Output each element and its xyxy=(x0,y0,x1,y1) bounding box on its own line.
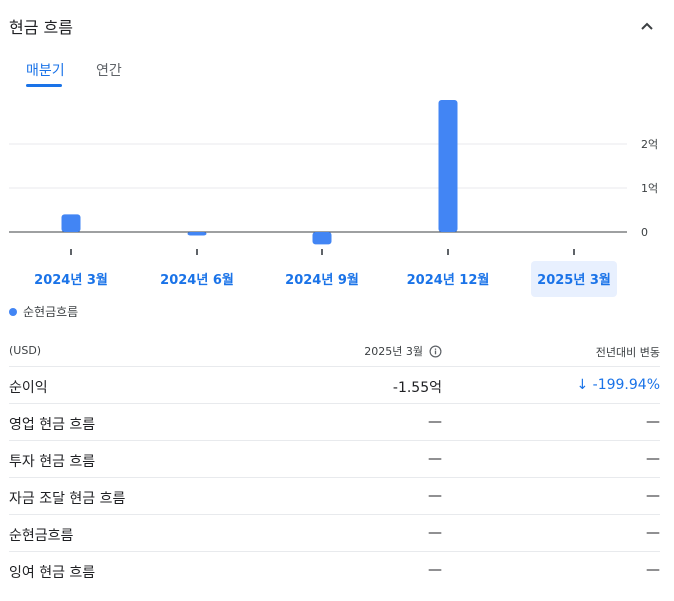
collapse-button[interactable] xyxy=(637,16,657,36)
row-label: 영업 현금 흐름 xyxy=(9,417,96,433)
table-row: 순이익 -1.55억 ↓ -199.94% xyxy=(9,367,660,404)
cash-flow-chart: 0 1억 2억 2024년 3월 2024년 6월 2024년 9월 2024년 12월 20… xyxy=(9,100,658,297)
y-tick-label: 2억 xyxy=(641,138,658,151)
row-change: — xyxy=(646,525,660,541)
legend-label: 순현금흐름 xyxy=(23,305,79,319)
row-label: 투자 현금 흐름 xyxy=(9,454,96,470)
row-change: — xyxy=(646,414,660,430)
bar[interactable] xyxy=(61,214,81,232)
chevron-up-icon xyxy=(641,22,653,30)
bar[interactable] xyxy=(438,100,458,232)
row-change: — xyxy=(646,451,660,467)
tab-annual[interactable]: 연간 xyxy=(96,60,122,80)
row-label: 순이익 xyxy=(9,380,48,396)
period-header: 2025년 3월 xyxy=(364,343,442,359)
table-row: 영업 현금 흐름 — — xyxy=(9,404,660,441)
row-value: -1.55억 xyxy=(392,380,442,396)
row-value: — xyxy=(428,414,442,430)
row-value: — xyxy=(428,488,442,504)
legend-swatch xyxy=(9,307,17,316)
section-header: 현금 흐름 xyxy=(9,14,661,38)
row-label: 순현금흐름 xyxy=(9,528,74,544)
row-label: 잉여 현금 흐름 xyxy=(9,565,96,581)
chart-legend: 순현금흐름 xyxy=(9,303,78,320)
row-change: — xyxy=(646,562,660,578)
info-icon[interactable] xyxy=(429,345,442,358)
x-tick-label[interactable]: 2024년 6월 xyxy=(160,272,234,288)
x-tick-label[interactable]: 2024년 12월 xyxy=(407,272,490,288)
row-value: — xyxy=(428,562,442,578)
row-change: ↓ -199.94% xyxy=(576,377,660,393)
x-tick-label[interactable]: 2024년 3월 xyxy=(34,272,108,288)
x-tick-label[interactable]: 2024년 9월 xyxy=(285,272,359,288)
table-header: (USD) 2025년 3월 전년대비 변동 xyxy=(9,336,660,367)
bar[interactable] xyxy=(187,232,207,236)
bar[interactable] xyxy=(312,232,332,245)
currency-label: (USD) xyxy=(9,344,42,357)
section-title: 현금 흐름 xyxy=(9,18,73,37)
tab-quarterly[interactable]: 매분기 xyxy=(26,60,65,80)
table-row: 자금 조달 현금 흐름 — — xyxy=(9,478,660,515)
y-tick-label: 0 xyxy=(641,226,648,239)
cash-flow-table: (USD) 2025년 3월 전년대비 변동 순이익 -1.55억 ↓ -199.9… xyxy=(9,336,660,589)
row-value: — xyxy=(428,451,442,467)
x-tick-label[interactable]: 2025년 3월 xyxy=(537,272,611,288)
table-row: 순현금흐름 — — xyxy=(9,515,660,552)
row-value: — xyxy=(428,525,442,541)
y-tick-label: 1억 xyxy=(641,182,658,195)
table-row: 잉여 현금 흐름 — — xyxy=(9,552,660,589)
period-label: 2025년 3월 xyxy=(364,345,423,358)
table-row: 투자 현금 흐름 — — xyxy=(9,441,660,478)
row-label: 자금 조달 현금 흐름 xyxy=(9,491,126,507)
active-tab-indicator xyxy=(26,84,62,87)
change-header: 전년대비 변동 xyxy=(595,346,660,359)
row-change: — xyxy=(646,488,660,504)
